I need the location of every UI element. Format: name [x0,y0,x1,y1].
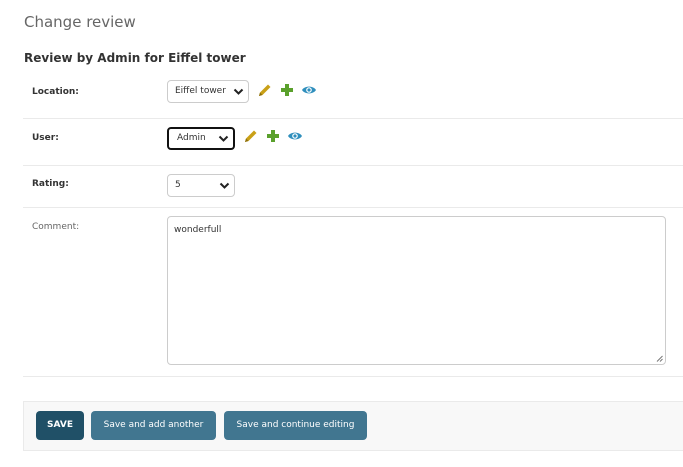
user-label: User: [32,133,59,143]
rating-select[interactable]: 5 [167,174,235,197]
user-select-value: Admin [177,133,206,143]
form-row-user: User: Admin [23,119,683,166]
comment-label: Comment: [32,222,80,232]
eye-icon[interactable] [301,82,317,98]
location-related-actions [257,82,323,98]
pencil-icon[interactable] [257,82,273,98]
resize-grip-icon[interactable] [656,355,663,362]
location-select[interactable]: Eiffel tower [167,80,249,103]
page-title: Change review [24,13,136,31]
chevron-down-icon [233,88,244,95]
location-select-value: Eiffel tower [175,86,226,96]
submit-row: SAVE Save and add another Save and conti… [23,401,683,451]
comment-text: wonderfull [174,225,222,235]
comment-textarea[interactable]: wonderfull [167,216,666,365]
plus-icon[interactable] [265,128,281,144]
rating-select-value: 5 [175,180,181,190]
form-heading: Review by Admin for Eiffel tower [24,51,246,65]
chevron-down-icon [219,182,230,189]
save-and-continue-button[interactable]: Save and continue editing [224,411,367,440]
location-label: Location: [32,87,79,97]
plus-icon[interactable] [279,82,295,98]
save-button[interactable]: SAVE [36,411,84,440]
user-select[interactable]: Admin [167,127,235,150]
form-row-comment: Comment: wonderfull [23,208,683,377]
save-and-add-another-button[interactable]: Save and add another [91,411,216,440]
form-row-rating: Rating: 5 [23,166,683,208]
user-related-actions [243,128,309,144]
rating-label: Rating: [32,179,69,189]
form-row-location: Location: Eiffel tower [23,70,683,119]
chevron-down-icon [218,135,229,142]
eye-icon[interactable] [287,128,303,144]
pencil-icon[interactable] [243,128,259,144]
